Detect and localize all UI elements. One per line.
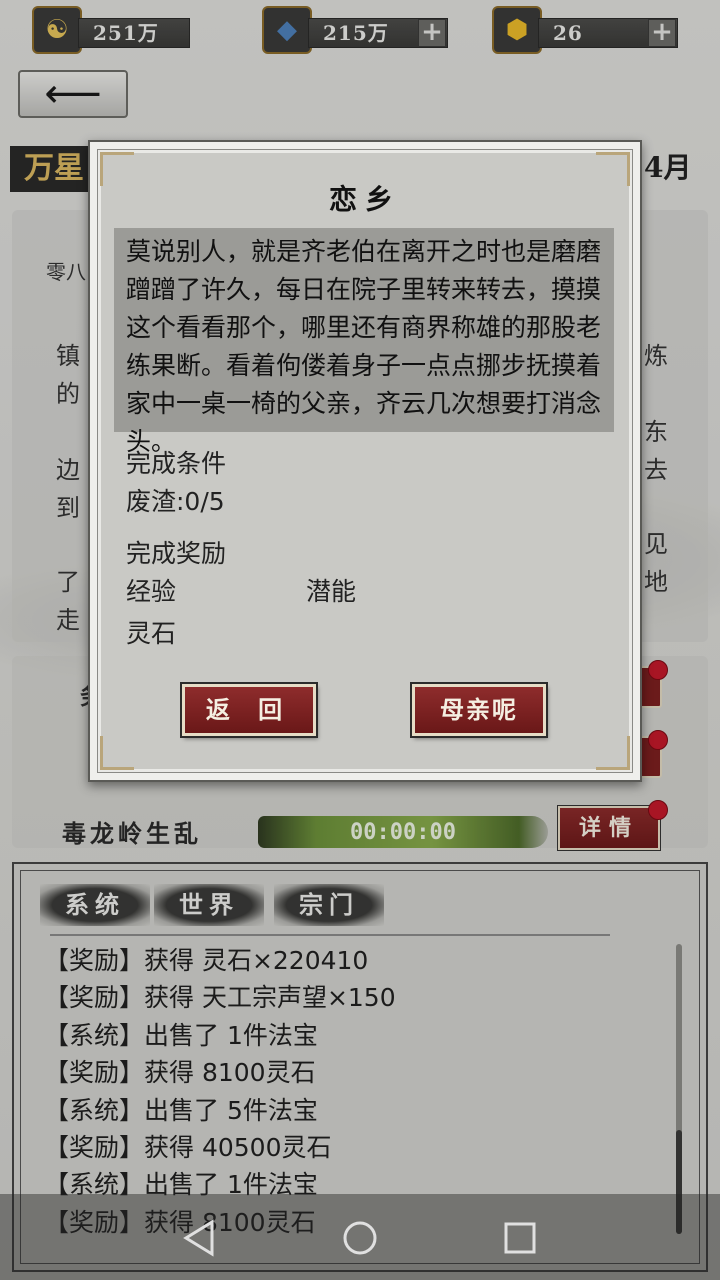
dialog-title: 恋乡 xyxy=(328,183,401,216)
story-text: 莫说别人，就是齐老伯在离开之时也是磨磨蹭蹭了许久，每日在院子里转来转去，摸摸这个… xyxy=(126,237,602,456)
condition-value: 废渣:0/5 xyxy=(126,487,225,516)
reward-label: 完成奖励 xyxy=(126,539,227,568)
corner-ornament xyxy=(596,736,630,770)
corner-ornament xyxy=(100,736,134,770)
reward-spirit-stone: 灵石 xyxy=(126,619,177,648)
reward-exp: 经验 xyxy=(126,577,177,606)
mother-button[interactable]: 母亲呢 xyxy=(410,682,548,738)
return-button[interactable]: 返 回 xyxy=(180,682,318,738)
reward-potential: 潜能 xyxy=(306,577,357,606)
condition-label: 完成条件 xyxy=(126,449,227,478)
